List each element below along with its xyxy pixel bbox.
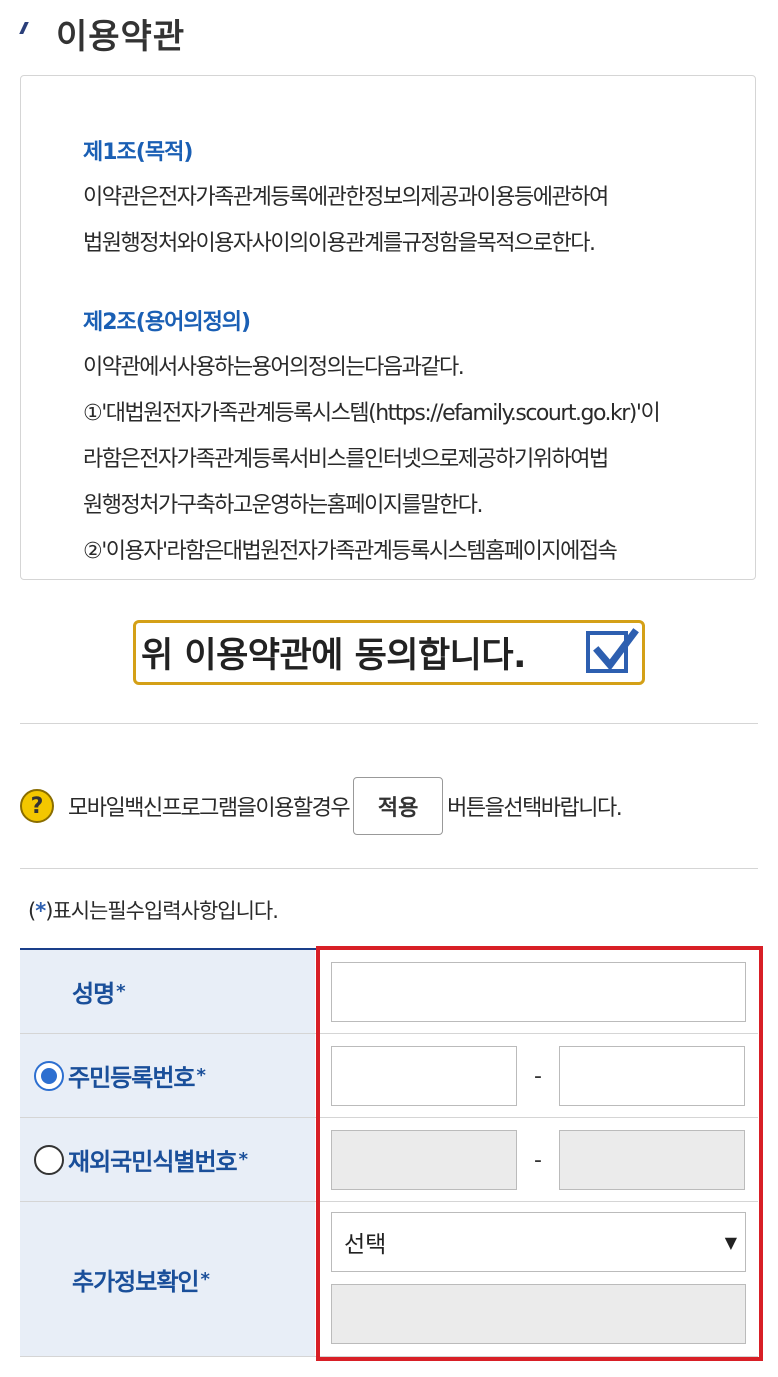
required-star: * <box>116 981 125 1002</box>
terms-scroll-box[interactable]: 제1조(목적) 이약관은전자가족관계등록에관한정보의제공과이용등에관하여 법원행… <box>20 75 756 580</box>
section-title: 이용약관 <box>56 16 186 57</box>
required-note-text: )표시는필수입력사항입니다. <box>45 899 279 923</box>
agree-terms-checkbox[interactable]: 위 이용약관에 동의합니다. <box>133 620 645 685</box>
foreign-id-radio[interactable] <box>34 1144 64 1175</box>
chevron-down-icon: ▼ <box>724 1232 737 1252</box>
extra-info-input[interactable] <box>331 1284 746 1344</box>
extra-info-select[interactable]: 선택 ▼ <box>331 1212 746 1272</box>
rrn-field-cell: - <box>315 1034 758 1117</box>
rrn-back-input[interactable] <box>559 1046 745 1106</box>
article-2-line: ①'대법원전자가족관계등록시스템(https://efamily.scourt.… <box>83 401 661 426</box>
foreign-id-label-text: 재외국민식별번호 <box>68 1148 238 1176</box>
extra-info-label: 추가정보확인 * <box>20 1202 315 1356</box>
article-2-line: 이약관에서사용하는용어의정의는다음과같다. <box>83 355 465 380</box>
name-input[interactable] <box>331 962 746 1022</box>
form-row-rrn: 주민등록번호 * - <box>20 1034 758 1118</box>
divider <box>20 723 758 724</box>
apply-button[interactable]: 적용 <box>353 777 444 835</box>
terms-content: 제1조(목적) 이약관은전자가족관계등록에관한정보의제공과이용등에관하여 법원행… <box>83 131 733 575</box>
article-1-line: 이약관은전자가족관계등록에관한정보의제공과이용등에관하여 <box>83 185 609 210</box>
rrn-dash: - <box>534 1063 542 1089</box>
identity-form: 성명 * 주민등록번호 * - 재외국민식별번호 * - 추가정보확인 * 선택… <box>20 948 758 1357</box>
section-header: 이용약관 <box>19 8 186 58</box>
extra-info-field-cell: 선택 ▼ <box>315 1202 758 1356</box>
name-label-text: 성명 <box>72 980 115 1008</box>
required-star: * <box>200 1268 209 1290</box>
article-1-title: 제1조(목적) <box>83 140 193 165</box>
section-marker-icon <box>19 22 33 34</box>
foreign-id-front-input[interactable] <box>331 1130 517 1190</box>
foreign-id-dash: - <box>534 1147 542 1173</box>
checkbox-checked-icon[interactable] <box>586 628 639 673</box>
foreign-id-label: 재외국민식별번호 * <box>20 1118 315 1201</box>
required-star: * <box>35 899 46 923</box>
article-2-title: 제2조(용어의정의) <box>83 310 251 335</box>
extra-info-label-text: 추가정보확인 <box>72 1267 199 1296</box>
form-row-foreign-id: 재외국민식별번호 * - <box>20 1118 758 1202</box>
form-row-extra-info: 추가정보확인 * 선택 ▼ <box>20 1202 758 1357</box>
foreign-id-field-cell: - <box>315 1118 758 1201</box>
article-2-line: 원행정처가구축하고운영하는홈페이지를말한다. <box>83 493 484 518</box>
article-2-line: ②'이용자'라함은대법원전자가족관계등록시스템홈페이지에접속 <box>83 539 618 564</box>
divider <box>20 868 758 869</box>
required-fields-note: (*)표시는필수입력사항입니다. <box>28 895 279 925</box>
notice-text-before: 모바일백신프로그램을이용할경우 <box>68 796 351 821</box>
rrn-front-input[interactable] <box>331 1046 517 1106</box>
question-icon: ? <box>20 789 54 823</box>
rrn-radio[interactable] <box>34 1060 64 1091</box>
required-star: * <box>196 1065 205 1086</box>
name-label: 성명 * <box>20 950 315 1033</box>
foreign-id-back-input[interactable] <box>559 1130 745 1190</box>
article-1-line: 법원행정처와이용자사이의이용관계를규정함을목적으로한다. <box>83 231 596 256</box>
notice-text-after: 버튼을선택바랍니다. <box>447 796 623 821</box>
agree-terms-label: 위 이용약관에 동의합니다. <box>141 636 526 676</box>
required-star: * <box>238 1149 248 1170</box>
form-row-name: 성명 * <box>20 950 758 1034</box>
name-field-cell <box>315 950 758 1033</box>
article-2-line: 라함은전자가족관계등록서비스를인터넷으로제공하기위하여법 <box>83 447 609 472</box>
extra-info-select-value: 선택 <box>344 1232 387 1258</box>
mobile-vaccine-notice: ? 모바일백신프로그램을이용할경우 적용 버튼을선택바랍니다. <box>20 776 623 836</box>
rrn-label: 주민등록번호 * <box>20 1034 315 1117</box>
rrn-label-text: 주민등록번호 <box>68 1064 195 1092</box>
